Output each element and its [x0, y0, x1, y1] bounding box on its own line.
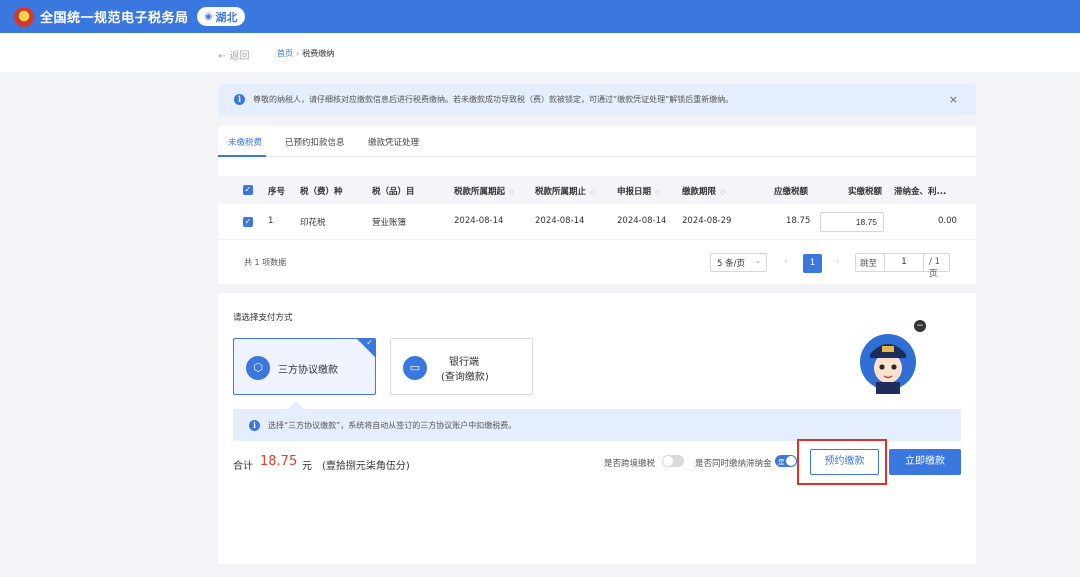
top-bar: 全国统一规范电子税务局 ◉ 湖北	[0, 0, 1080, 33]
row-tax-type: 印花税	[300, 218, 326, 228]
sort-icon[interactable]: ◇	[590, 188, 595, 196]
option-tripartite-label: 三方协议缴款	[278, 365, 338, 376]
total-unit: 元	[302, 461, 312, 472]
location-pin-icon: ◉	[204, 11, 213, 22]
col-paid: 实缴税额	[848, 187, 883, 197]
total-label: 合计	[233, 461, 253, 472]
option-bank-label-1: 银行端	[449, 357, 479, 368]
payment-tip: i 选择“三方协议缴款”，系统将自动从签订的三方协议账户中扣缴税费。	[233, 409, 961, 441]
col-payable: 应缴税额	[774, 187, 809, 197]
shield-icon: ⬡	[246, 356, 270, 380]
minimize-icon[interactable]: −	[914, 320, 926, 332]
total-count: 共 1 项数据	[244, 258, 287, 267]
tab-voucher[interactable]: 缴款凭证处理	[368, 136, 419, 148]
col-item: 税（品）目	[372, 187, 415, 197]
col-tax-type: 税（费）种	[300, 187, 343, 197]
late-fee-label: 是否同时缴纳滞纳金	[695, 459, 772, 469]
back-button[interactable]: ← 返回	[218, 47, 250, 62]
sort-icon[interactable]: ◇	[655, 188, 660, 196]
highlight-box	[797, 439, 887, 485]
toggle-knob	[663, 456, 673, 466]
col-late-fee: 滞纳金、利...	[894, 187, 947, 197]
next-page-button[interactable]: ›	[836, 257, 840, 267]
payment-tip-text: 选择“三方协议缴款”，系统将自动从签订的三方协议账户中扣缴税费。	[268, 420, 517, 430]
tip-caret	[288, 401, 304, 409]
row-declare-date: 2024-08-14	[617, 216, 667, 226]
total-amount: 18.75	[260, 454, 298, 469]
option-bank-label-2: (查询缴款)	[441, 372, 489, 383]
cross-border-toggle[interactable]	[662, 455, 684, 467]
page-jump: 跳至 1 / 1 页	[855, 253, 950, 279]
breadcrumb-separator: ›	[296, 49, 300, 58]
col-deadline-label: 缴款期限	[682, 187, 717, 197]
sort-icon[interactable]: ◇	[509, 188, 514, 196]
region-selector[interactable]: ◉ 湖北	[196, 7, 246, 26]
mascot-char: 纳	[836, 336, 851, 354]
tab-unpaid[interactable]: 未缴税费	[228, 136, 262, 148]
row-late-fee: 0.00	[938, 216, 957, 226]
row-period-end: 2024-08-14	[535, 216, 585, 226]
info-icon: i	[249, 419, 260, 431]
select-all-checkbox[interactable]: ✓	[243, 185, 253, 195]
col-period-end[interactable]: 税款所属期止 ◇	[535, 185, 595, 197]
row-deadline: 2024-08-29	[682, 216, 732, 226]
toggle-knob	[786, 456, 796, 466]
page-total: / 1 页	[929, 257, 940, 279]
cross-border-label: 是否跨境缴税	[604, 459, 656, 469]
option-bank[interactable]: ▭ 银行端 (查询缴款)	[390, 338, 533, 395]
prev-page-button[interactable]: ‹	[784, 257, 788, 267]
brand-title: 全国统一规范电子税务局	[40, 11, 189, 26]
total-amount-chinese: (壹拾捌元柒角伍分)	[322, 461, 410, 472]
tab-bar: 未缴税费 已预约扣款信息 缴款凭证处理	[218, 126, 976, 157]
payment-method-title: 请选择支付方式	[233, 313, 293, 323]
mascot-char: 互	[832, 358, 847, 376]
active-tab-indicator	[218, 155, 266, 157]
check-icon: ✓	[366, 338, 373, 347]
info-icon: i	[234, 94, 245, 105]
row-index: 1	[268, 216, 274, 226]
region-label: 湖北	[215, 10, 238, 24]
page-number-current[interactable]: 1	[803, 254, 822, 273]
col-period-end-label: 税款所属期止	[535, 187, 587, 197]
row-period-start: 2024-08-14	[454, 216, 504, 226]
col-period-start-label: 税款所属期起	[454, 187, 506, 197]
late-fee-toggle-text: 是	[778, 458, 785, 466]
pay-now-button[interactable]: 立即缴款	[889, 449, 961, 475]
col-declare-date[interactable]: 申报日期 ◇	[617, 185, 660, 197]
tab-scheduled[interactable]: 已预约扣款信息	[285, 136, 345, 148]
row-payable: 18.75	[786, 216, 811, 226]
jump-label: 跳至	[860, 259, 878, 269]
mascot-icon[interactable]: 征 纳 互 动	[830, 320, 930, 400]
bank-card-icon: ▭	[403, 356, 427, 380]
paid-amount-input[interactable]	[820, 212, 884, 232]
page-size-select[interactable]: 5 条/页 ⌄	[710, 253, 767, 272]
sub-header	[0, 33, 1080, 72]
row-checkbox[interactable]: ✓	[243, 217, 253, 227]
table-header: ✓ 序号 税（费）种 税（品）目 税款所属期起 ◇ 税款所属期止 ◇ 申报日期 ◇ 缴…	[218, 176, 976, 204]
mascot-char: 征	[860, 320, 875, 338]
page-size-value: 5 条/页	[717, 259, 745, 269]
col-period-start[interactable]: 税款所属期起 ◇	[454, 185, 514, 197]
row-item: 营业账簿	[372, 218, 407, 228]
unpaid-tax-panel: 未缴税费 已预约扣款信息 缴款凭证处理 ✓ 序号 税（费）种 税（品）目 税款所…	[218, 126, 976, 284]
jump-input[interactable]: 1	[884, 253, 924, 272]
breadcrumb-current: 税费缴纳	[302, 49, 335, 58]
close-icon[interactable]: ×	[949, 93, 958, 106]
col-deadline[interactable]: 缴款期限 ◇	[682, 185, 725, 197]
late-fee-toggle[interactable]: 是	[775, 455, 797, 467]
notice-text: 尊敬的纳税人，请仔细核对应缴款信息后进行税费缴纳。若未缴款成功导致税（费）款被锁…	[253, 95, 734, 104]
breadcrumb-home[interactable]: 首页	[277, 49, 293, 58]
tax-emblem-icon	[14, 6, 34, 27]
mascot-char: 动	[846, 378, 861, 396]
chevron-down-icon: ⌄	[755, 257, 761, 265]
col-declare-date-label: 申报日期	[617, 187, 652, 197]
notice-banner: i 尊敬的纳税人，请仔细核对应缴款信息后进行税费缴纳。若未缴款成功导致税（费）款…	[218, 84, 976, 115]
sort-icon[interactable]: ◇	[720, 188, 725, 196]
breadcrumb: 首页 › 税费缴纳	[277, 48, 334, 59]
option-tripartite[interactable]: ⬡ 三方协议缴款 ✓	[233, 338, 376, 395]
col-index: 序号	[268, 187, 286, 197]
